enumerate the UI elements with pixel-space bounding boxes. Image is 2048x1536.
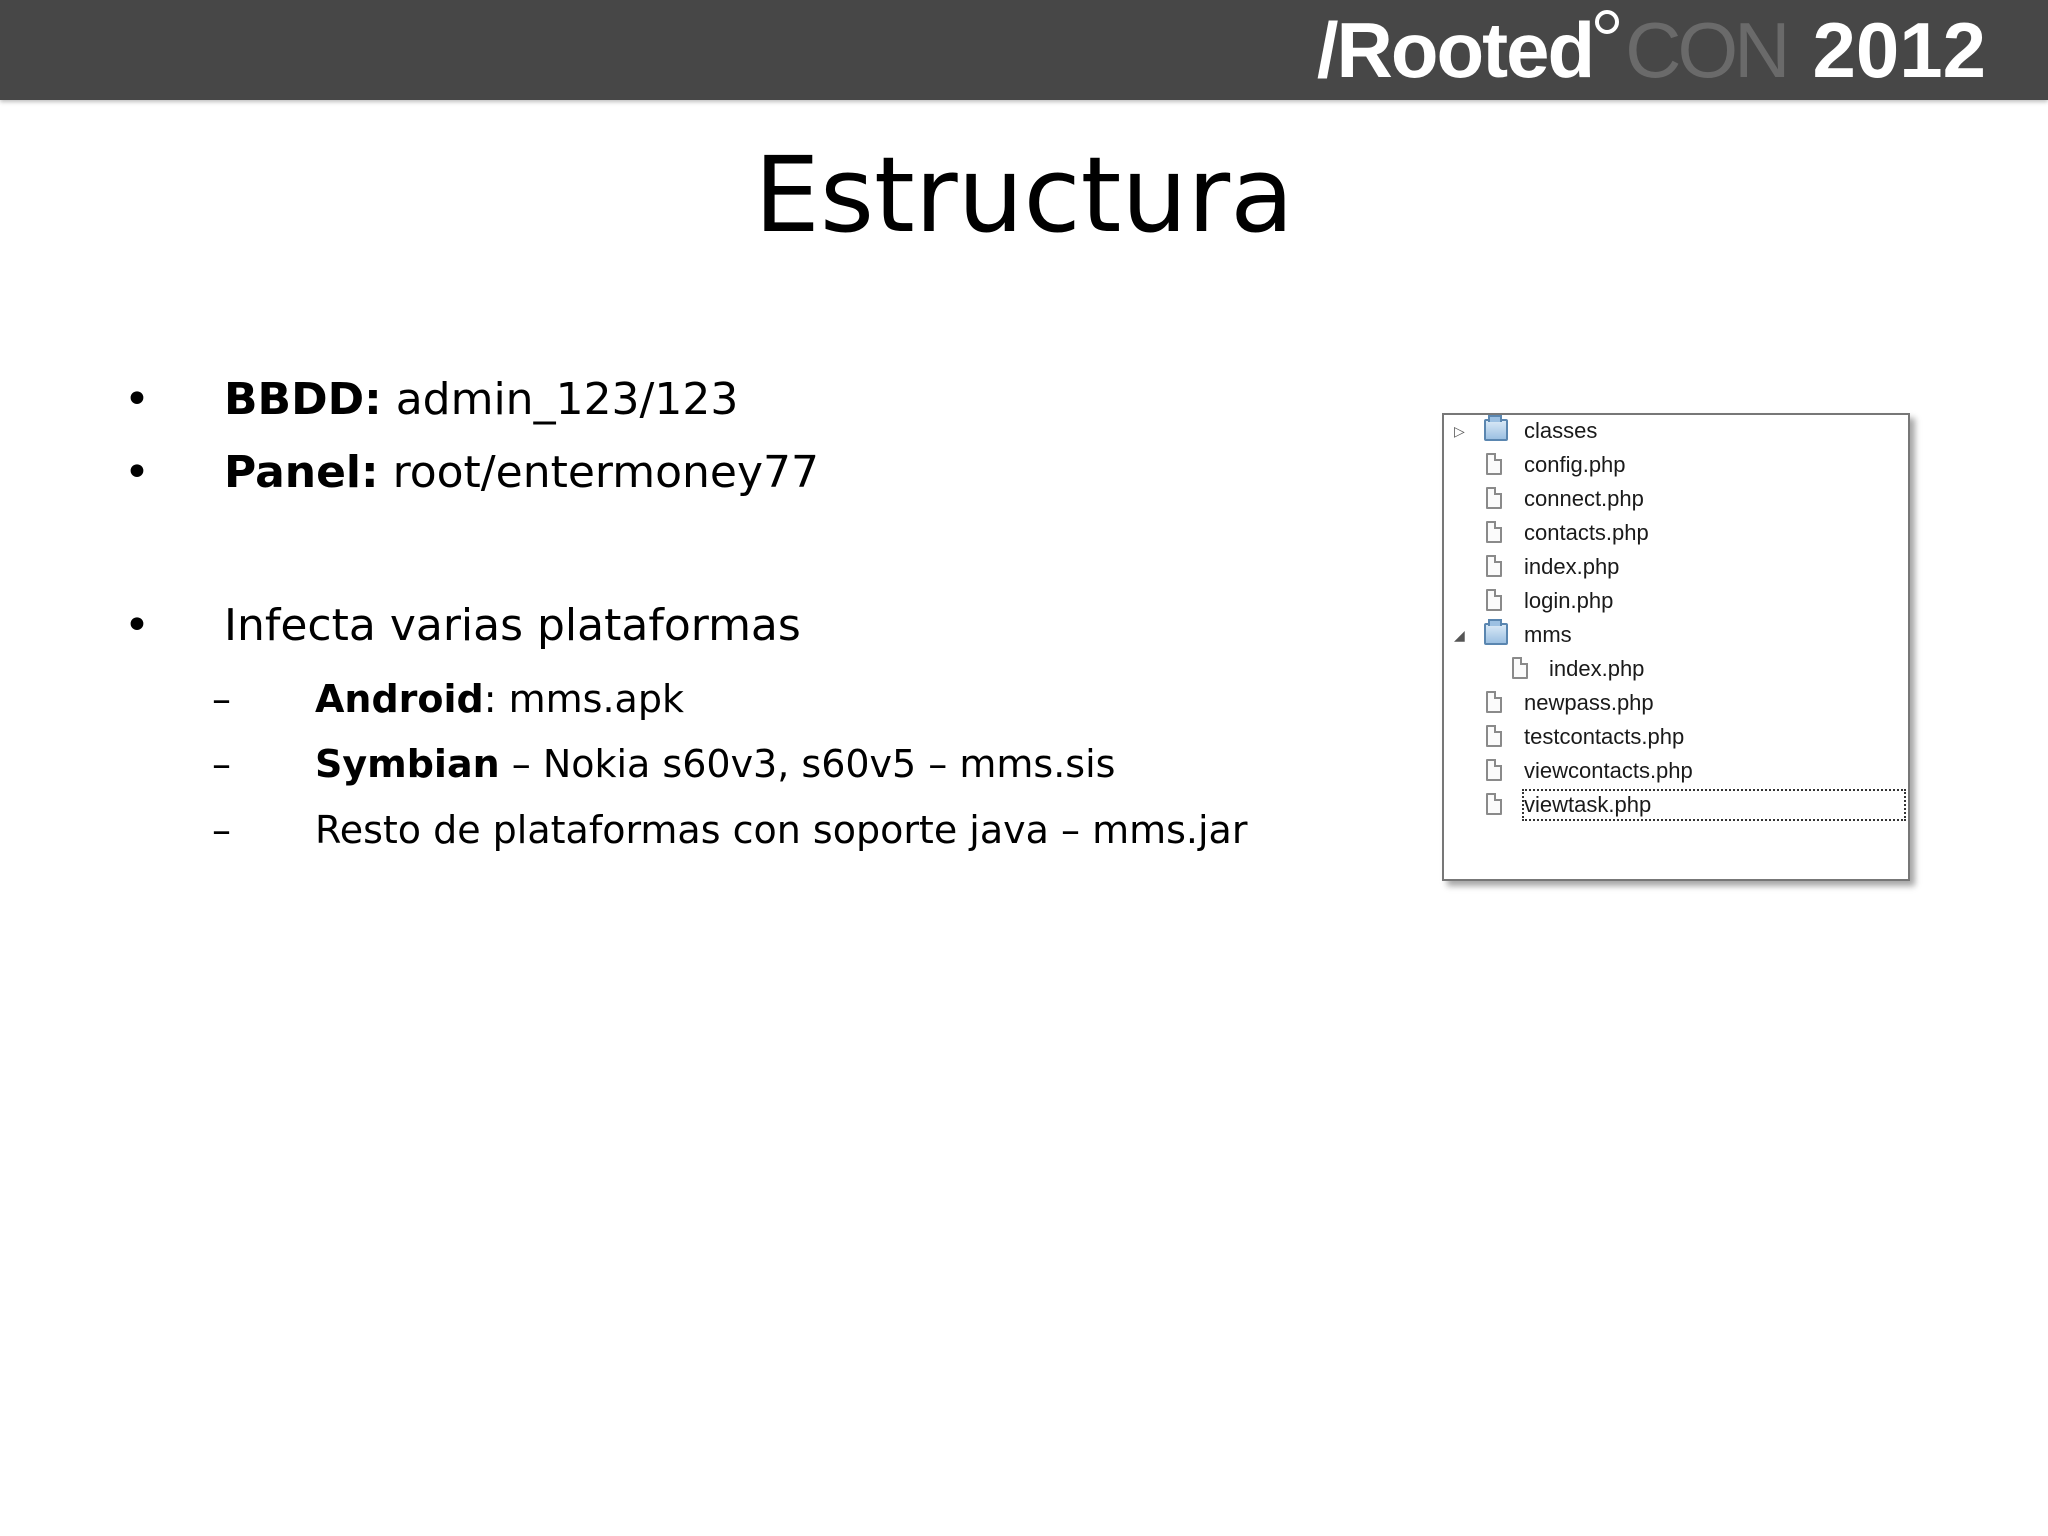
rootedcon-logo: /Rooted CON 2012	[1317, 6, 1986, 94]
file-icon	[1486, 759, 1502, 781]
header-bar: /Rooted CON 2012	[0, 0, 2048, 100]
sub-bullet-text: Android: mms.apk	[315, 674, 684, 724]
bullet-marker: •	[124, 600, 150, 651]
sub-bullet-text: Symbian – Nokia s60v3, s60v5 – mms.sis	[315, 739, 1115, 789]
tree-item-label: index.php	[1524, 554, 1620, 579]
file-icon	[1486, 453, 1502, 475]
slide-title: Estructura	[754, 134, 1294, 256]
file-tree-panel: ▷ classes config.php connect.php contact…	[1442, 413, 1910, 881]
tree-item-config[interactable]: config.php	[1444, 449, 1908, 481]
file-icon	[1512, 657, 1528, 679]
bullet-rest: admin_123/123	[381, 374, 739, 425]
tree-item-label: viewtask.php	[1524, 792, 1652, 817]
tree-item-mms[interactable]: ◢ mms	[1444, 619, 1908, 651]
tree-item-label: config.php	[1524, 452, 1626, 477]
tree-item-label: contacts.php	[1524, 520, 1649, 545]
tree-item-label: newpass.php	[1524, 690, 1654, 715]
dash-marker: –	[212, 808, 231, 852]
tree-item-viewcontacts[interactable]: viewcontacts.php	[1444, 755, 1908, 787]
file-icon	[1486, 691, 1502, 713]
sub-bullet-bold: Symbian	[315, 742, 500, 786]
file-icon	[1486, 487, 1502, 509]
sub-bullet-rest: – Nokia s60v3, s60v5 – mms.sis	[499, 742, 1116, 786]
tree-item-viewtask[interactable]: viewtask.php	[1444, 789, 1908, 821]
tree-item-label: index.php	[1549, 656, 1645, 681]
logo-con-text: CON	[1625, 5, 1790, 94]
bullet-marker: •	[124, 447, 150, 498]
tree-item-classes[interactable]: ▷ classes	[1444, 415, 1908, 447]
sub-bullet-text: Resto de plataformas con soporte java – …	[315, 808, 1248, 852]
logo-rooted-text: /Rooted	[1316, 5, 1595, 94]
sub-bullet-bold: Android	[315, 677, 484, 721]
bullet-bold: Panel:	[224, 447, 379, 498]
tree-item-label: mms	[1524, 622, 1572, 647]
dash-marker: –	[212, 742, 231, 786]
bullet-rest: root/entermoney77	[378, 447, 819, 498]
file-icon	[1486, 521, 1502, 543]
bullet-bold: BBDD:	[224, 374, 382, 425]
folder-icon	[1484, 415, 1508, 441]
tree-item-label: testcontacts.php	[1524, 724, 1685, 749]
tree-item-mms-index[interactable]: index.php	[1444, 653, 1908, 685]
tree-item-login[interactable]: login.php	[1444, 585, 1908, 617]
file-icon	[1486, 793, 1502, 815]
file-icon	[1486, 725, 1502, 747]
dash-marker: –	[212, 677, 231, 721]
logo-year-text: 2012	[1812, 5, 1986, 94]
bullet-text: Infecta varias plataformas	[224, 600, 801, 651]
folder-icon	[1484, 619, 1508, 645]
tree-item-contacts[interactable]: contacts.php	[1444, 517, 1908, 549]
tree-item-index[interactable]: index.php	[1444, 551, 1908, 583]
file-icon	[1486, 589, 1502, 611]
bullet-text: Panel: root/entermoney77	[224, 445, 819, 501]
expand-arrow-icon[interactable]: ▷	[1454, 415, 1470, 447]
tree-item-label: classes	[1524, 418, 1598, 443]
tree-item-label: login.php	[1524, 588, 1614, 613]
bullet-marker: •	[124, 374, 150, 425]
bullet-text: BBDD: admin_123/123	[224, 372, 738, 428]
logo-ring-icon	[1595, 10, 1620, 34]
file-icon	[1486, 555, 1502, 577]
sub-bullet-rest: : mms.apk	[483, 677, 684, 721]
tree-item-newpass[interactable]: newpass.php	[1444, 687, 1908, 719]
tree-item-connect[interactable]: connect.php	[1444, 483, 1908, 515]
tree-item-label: viewcontacts.php	[1524, 758, 1693, 783]
tree-item-label: connect.php	[1524, 486, 1644, 511]
tree-item-testcontacts[interactable]: testcontacts.php	[1444, 721, 1908, 753]
collapse-arrow-icon[interactable]: ◢	[1454, 619, 1470, 651]
